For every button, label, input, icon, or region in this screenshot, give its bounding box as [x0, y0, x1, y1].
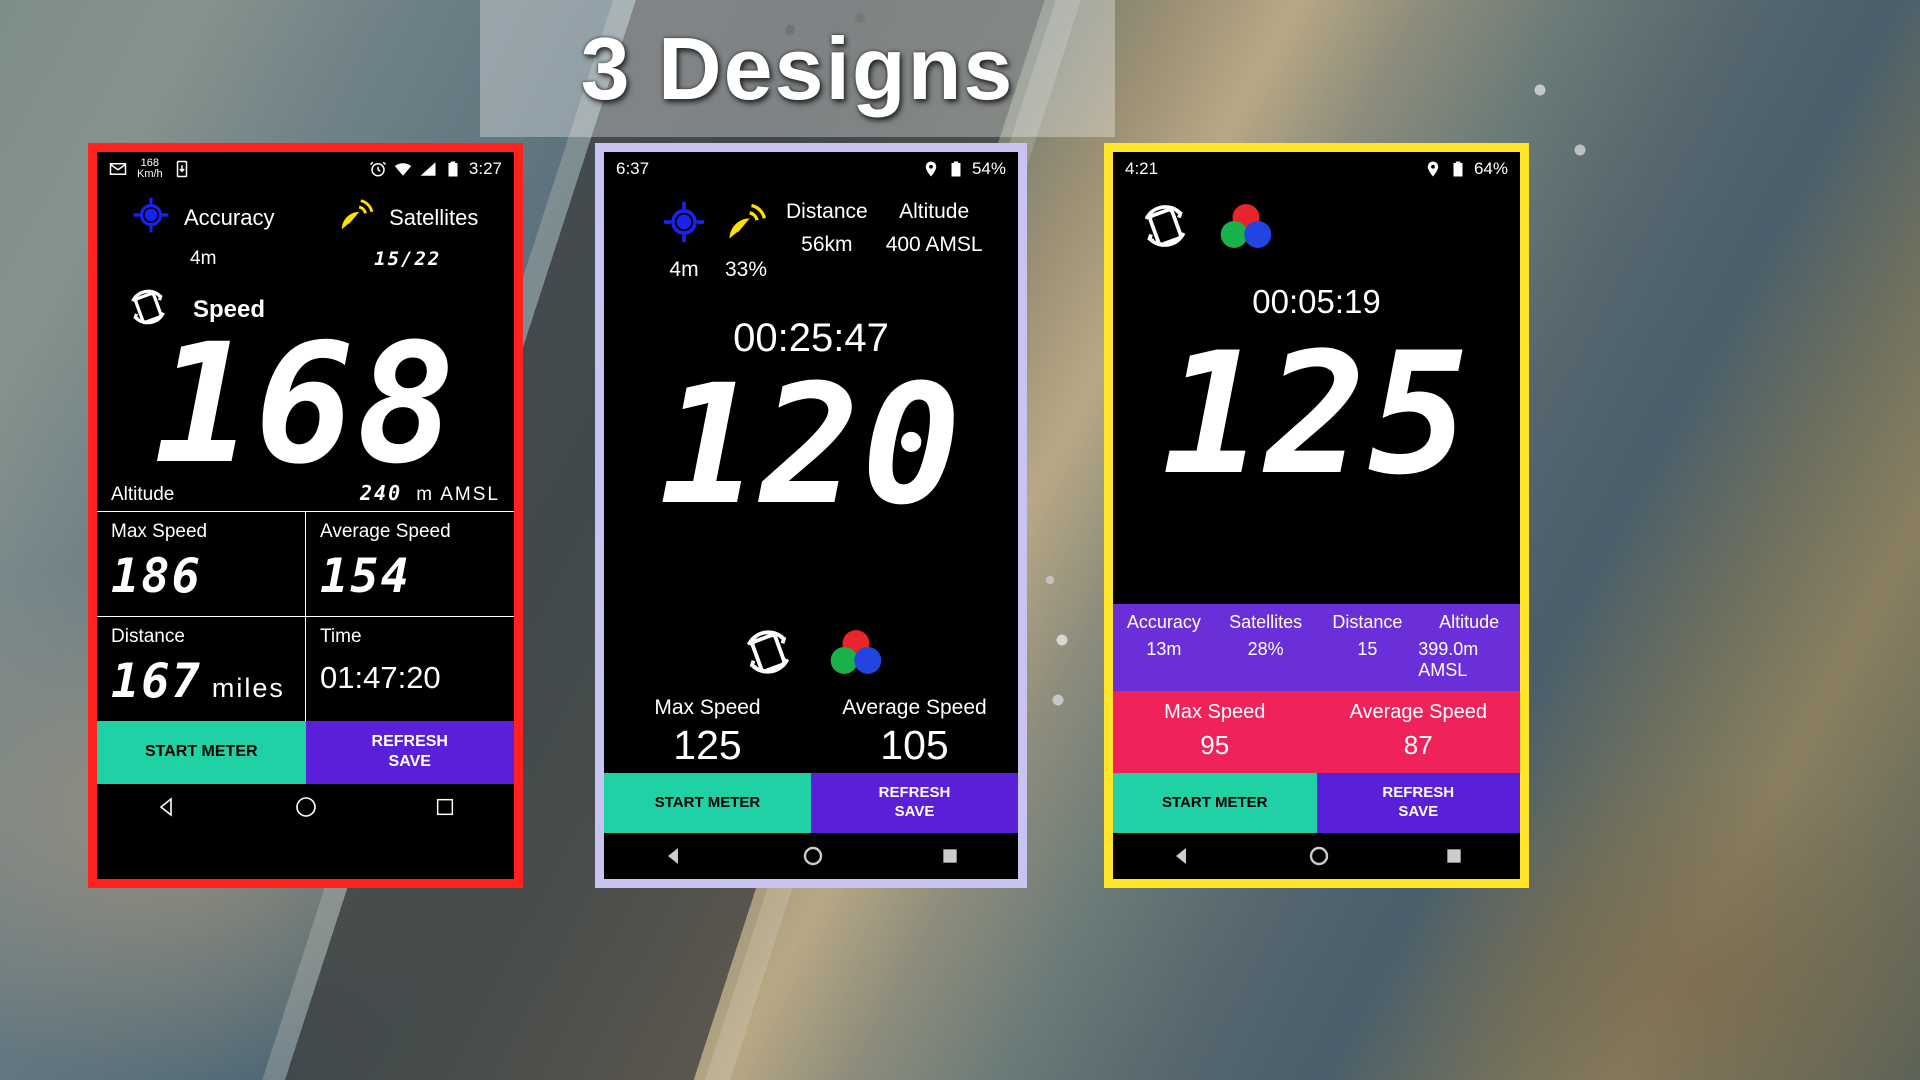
phone1-button-row: START METER REFRESH SAVE	[97, 720, 514, 784]
phone1-satellites-label: Satellites	[389, 204, 479, 230]
phone1-stat-average-speed: Average Speed 154	[305, 511, 514, 616]
phone2-statusbar: 6:37 54%	[604, 152, 1018, 186]
color-mode-icon[interactable]	[1219, 202, 1273, 255]
phone1-satellites-value: 15/22	[374, 248, 442, 270]
phone3-statusbar: 4:21 64%	[1113, 152, 1520, 186]
phone1-accuracy-value: 4m	[190, 248, 217, 269]
phone1-screen: 168 Km/h 3:27 Accuracy 4m Satellites 15/…	[97, 152, 514, 879]
phone3-info-altitude: Altitude 399.0m AMSL	[1418, 612, 1500, 680]
phone-design-1: 168 Km/h 3:27 Accuracy 4m Satellites 15/…	[88, 143, 523, 888]
phone3-speed-panel: Max Speed 95 Average Speed 87	[1113, 691, 1520, 773]
back-icon[interactable]	[1170, 844, 1194, 868]
phone2-stat-average-speed: Average Speed 105	[842, 696, 987, 768]
back-icon[interactable]	[662, 844, 686, 868]
wifi-icon	[394, 160, 412, 178]
phone1-stat-max-speed: Max Speed 186	[111, 520, 208, 604]
rotate-device-icon[interactable]	[739, 623, 797, 686]
phone1-statusbar: 168 Km/h 3:27	[97, 152, 514, 186]
phone1-start-meter-button[interactable]: START METER	[97, 720, 306, 784]
phone1-stats-row-2: Distance 167 miles Time 01:47:20	[97, 616, 514, 721]
phone-design-3: 4:21 64% 00:05:19 125 Accuracy 13m Satel…	[1104, 143, 1529, 888]
back-icon[interactable]	[155, 795, 179, 819]
battery-percent: 54%	[971, 159, 1006, 178]
banner-3-designs: 3 Designs	[480, 0, 1115, 137]
battery-icon	[444, 160, 462, 178]
phone-design-2: 6:37 54% 4m 33% Distance 56km Altitude 4…	[595, 143, 1027, 888]
phone3-info-accuracy: Accuracy 13m	[1126, 612, 1201, 659]
phone2-top-metrics: 4m 33% Distance 56km Altitude 400 AMSL	[604, 186, 1018, 282]
phone2-mid-icons	[604, 623, 1018, 690]
statusbar-speed-badge: 168 Km/h	[137, 157, 163, 180]
recents-icon[interactable]	[940, 846, 960, 866]
gps-target-icon	[132, 196, 170, 239]
recents-icon[interactable]	[1444, 846, 1464, 866]
phone3-screen: 4:21 64% 00:05:19 125 Accuracy 13m Satel…	[1113, 152, 1520, 879]
phone3-info-distance: Distance 15	[1332, 612, 1403, 659]
phone3-stat-max-speed: Max Speed 95	[1164, 701, 1266, 760]
phone1-stats-grid: Max Speed 186 Average Speed 154 Distance…	[97, 510, 514, 721]
phone3-start-meter-button[interactable]: START METER	[1113, 773, 1317, 833]
battery-percent: 64%	[1473, 159, 1508, 178]
phone1-stats-row-1: Max Speed 186 Average Speed 154	[97, 511, 514, 617]
signal-icon	[419, 160, 437, 178]
banner-title: 3 Designs	[580, 18, 1015, 118]
home-icon[interactable]	[801, 844, 825, 868]
color-mode-icon[interactable]	[829, 628, 883, 681]
location-pin-icon	[1424, 160, 1442, 178]
mail-icon	[109, 160, 127, 178]
phone2-screen: 6:37 54% 4m 33% Distance 56km Altitude 4…	[604, 152, 1018, 879]
statusbar-time: 3:27	[468, 159, 502, 178]
phone3-speed-value: 125	[1161, 316, 1472, 512]
phone3-top-icons	[1113, 186, 1520, 259]
phone1-speed-value: 168	[153, 308, 458, 500]
statusbar-time: 6:37	[616, 159, 650, 178]
phone2-stat-max-speed: Max Speed 125	[654, 696, 761, 768]
phone2-speed-value: 120	[658, 349, 963, 541]
phone3-button-row: START METER REFRESH SAVE	[1113, 773, 1520, 833]
phone2-start-meter-button[interactable]: START METER	[604, 773, 811, 833]
phone1-stat-time: Time 01:47:20	[305, 616, 514, 721]
phone2-refresh-save-button[interactable]: REFRESH SAVE	[811, 773, 1018, 833]
phone1-refresh-save-button[interactable]: REFRESH SAVE	[305, 720, 514, 784]
phone2-accuracy: 4m	[662, 200, 706, 282]
phone2-button-row: START METER REFRESH SAVE	[604, 773, 1018, 833]
phone1-altitude-label: Altitude	[111, 483, 175, 505]
phone2-navbar	[604, 833, 1018, 879]
home-icon[interactable]	[1307, 844, 1331, 868]
phone2-distance: Distance 56km	[786, 200, 868, 256]
phone1-satellites: Satellites 15/22	[306, 196, 511, 270]
phone1-accuracy: Accuracy 4m	[101, 196, 306, 270]
location-pin-icon	[922, 160, 940, 178]
phone1-navbar	[97, 783, 514, 830]
phone1-top-metrics: Accuracy 4m Satellites 15/22	[97, 186, 514, 270]
phone2-satellites: 33%	[724, 200, 768, 282]
gps-target-icon	[662, 200, 706, 249]
statusbar-time: 4:21	[1125, 159, 1159, 178]
satellite-dish-icon	[724, 200, 768, 249]
phone2-accuracy-value: 4m	[669, 258, 699, 281]
phone3-info-panel: Accuracy 13m Satellites 28% Distance 15 …	[1113, 604, 1520, 691]
home-icon[interactable]	[294, 795, 318, 819]
phone3-navbar	[1113, 833, 1520, 879]
alarm-icon	[369, 160, 387, 178]
phone1-accuracy-label: Accuracy	[184, 204, 275, 230]
phone3-stat-average-speed: Average Speed 87	[1349, 701, 1488, 760]
phone2-satellites-value: 33%	[724, 258, 768, 281]
phone1-altitude-value: 240 m AMSL	[360, 480, 500, 505]
recents-icon[interactable]	[434, 796, 456, 818]
phone1-stat-distance: Distance 167 miles	[111, 625, 285, 709]
phone1-altitude: Altitude 240 m AMSL	[97, 481, 514, 511]
satellite-dish-icon	[337, 196, 375, 239]
download-icon	[173, 160, 191, 178]
phone3-info-satellites: Satellites 28%	[1229, 612, 1303, 659]
phone2-stats-row: Max Speed 125 Average Speed 105	[604, 690, 1018, 773]
phone2-altitude: Altitude 400 AMSL	[885, 200, 983, 256]
battery-icon	[1449, 160, 1467, 178]
battery-icon	[947, 160, 965, 178]
rotate-device-icon[interactable]	[1137, 198, 1193, 259]
phone3-refresh-save-button[interactable]: REFRESH SAVE	[1316, 773, 1520, 833]
